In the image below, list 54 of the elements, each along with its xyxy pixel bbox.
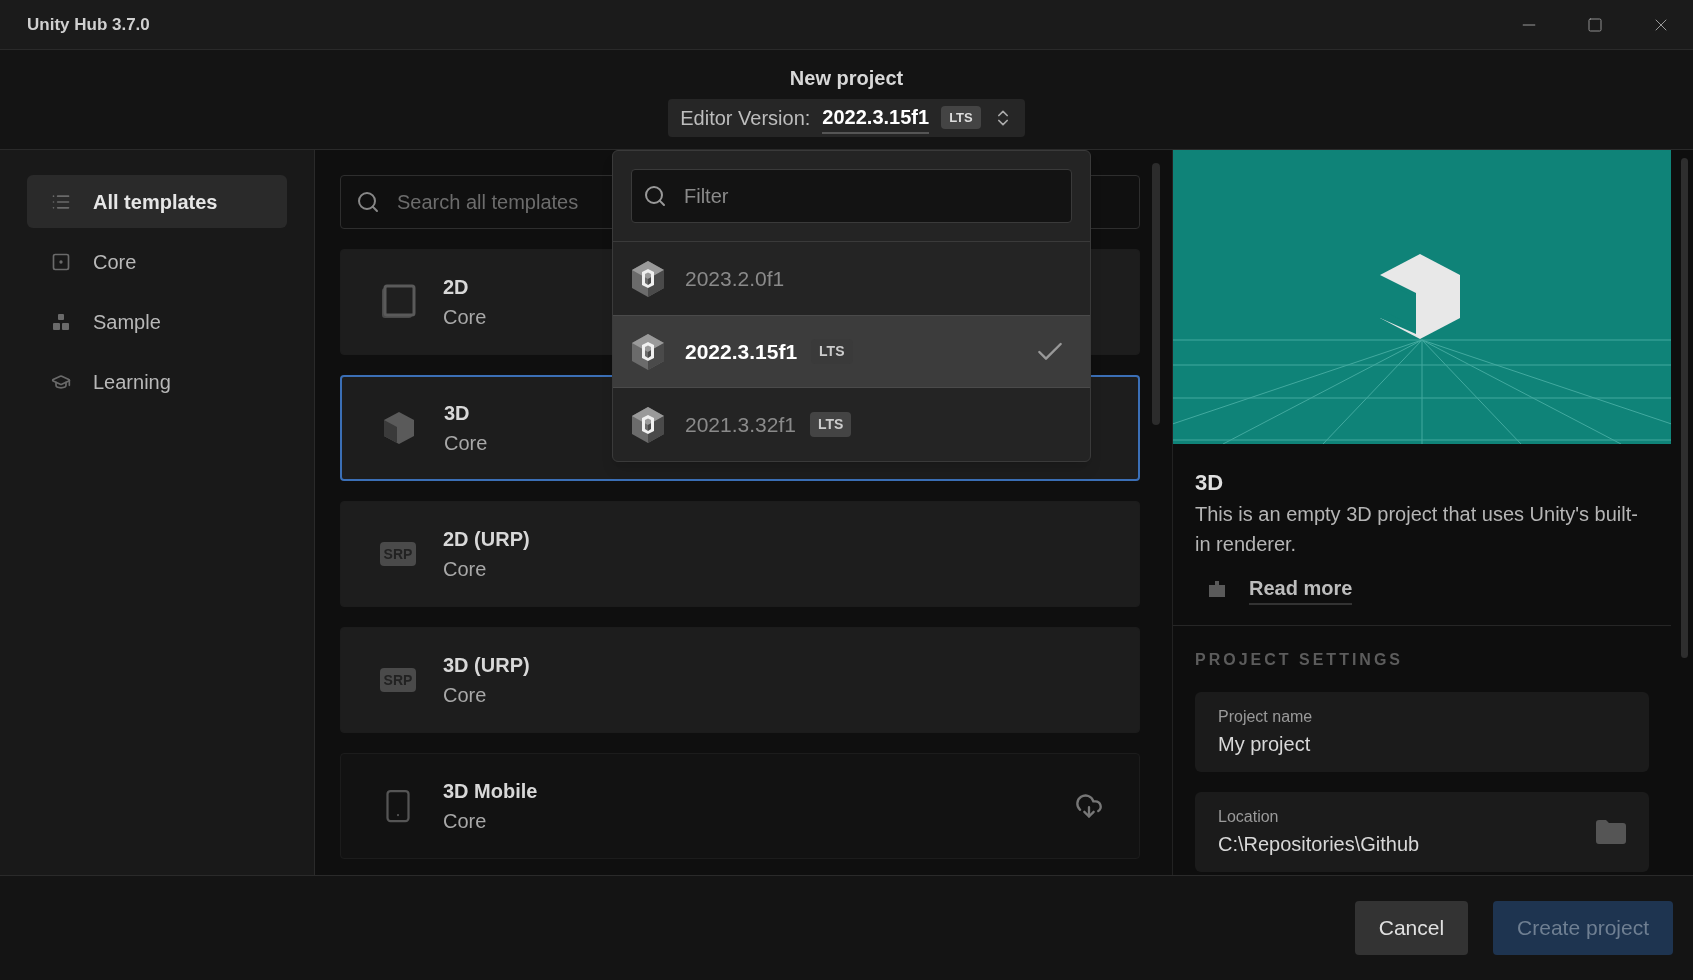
cancel-button[interactable]: Cancel xyxy=(1354,901,1469,955)
scrollbar[interactable] xyxy=(1681,158,1688,658)
version-number: 2023.2.0f1 xyxy=(685,265,785,292)
template-name: 2D xyxy=(443,275,470,300)
editor-version-label: Editor Version: xyxy=(680,105,811,131)
lts-badge: LTS xyxy=(809,412,852,437)
section-heading: PROJECT SETTINGS xyxy=(1195,650,1405,670)
editor-version-selector[interactable]: Editor Version: 2022.3.15f1 LTS xyxy=(668,98,1025,137)
template-name: 3D xyxy=(444,401,471,426)
field-label: Project name xyxy=(1218,707,1313,727)
template-category: Core xyxy=(444,431,488,456)
template-category: Core xyxy=(443,683,488,708)
template-category: Core xyxy=(443,305,487,330)
version-option[interactable]: 2023.2.0f1 xyxy=(613,242,1090,315)
blocks-icon xyxy=(51,311,71,332)
sidebar-item[interactable]: Core xyxy=(27,235,287,288)
template-name: 2D (URP) xyxy=(443,527,530,552)
version-number: 2021.3.32f1 xyxy=(685,411,796,438)
template-name: 3D Mobile xyxy=(443,779,538,804)
dialog-title: New project xyxy=(789,65,904,91)
version-option[interactable]: 2021.3.32f1 LTS xyxy=(613,388,1090,461)
unity-logo-icon xyxy=(631,332,665,371)
sidebar-item[interactable]: Learning xyxy=(27,355,287,408)
template-title: 3D xyxy=(1195,469,1225,497)
cube-icon xyxy=(383,411,415,445)
sidebar-item[interactable]: Sample xyxy=(27,295,287,348)
unity-logo-icon xyxy=(631,259,665,298)
sidebar-item[interactable]: All templates xyxy=(27,175,287,228)
search-icon xyxy=(643,184,667,208)
template-description: This is an empty 3D project that uses Unity's built-in renderer. xyxy=(1195,502,1639,557)
settings-field[interactable]: Location C:\Repositories\Github xyxy=(1195,792,1649,872)
template-name: 3D (URP) xyxy=(443,653,530,678)
window-title: Unity Hub 3.7.0 xyxy=(27,13,150,36)
cloud-download-icon[interactable] xyxy=(1075,792,1103,820)
read-more-link[interactable]: Read more xyxy=(1249,573,1353,605)
version-number: 2022.3.15f1 xyxy=(685,338,798,365)
editor-version-value: 2022.3.15f1 xyxy=(822,101,930,134)
maximize-icon[interactable] xyxy=(1587,16,1603,33)
field-value: My project xyxy=(1218,732,1312,757)
settings-field[interactable]: Project name My project xyxy=(1195,692,1649,772)
square-icon xyxy=(380,284,416,320)
field-value: C:\Repositories\Github xyxy=(1218,832,1420,857)
lts-badge: LTS xyxy=(941,105,981,130)
filter-field[interactable]: Filter xyxy=(631,169,1072,223)
template-category: Core xyxy=(443,809,488,834)
field-label: Location xyxy=(1218,807,1280,827)
version-option[interactable]: 2022.3.15f1 LTS xyxy=(613,315,1090,388)
unity-logo-icon xyxy=(631,405,665,444)
folder-icon[interactable] xyxy=(1596,820,1626,844)
box-icon xyxy=(1207,579,1227,599)
template-category: Core xyxy=(443,557,488,582)
search-icon xyxy=(356,190,380,214)
scrollbar[interactable] xyxy=(1152,163,1160,425)
template-card[interactable]: 3D Mobile Core xyxy=(340,753,1140,859)
